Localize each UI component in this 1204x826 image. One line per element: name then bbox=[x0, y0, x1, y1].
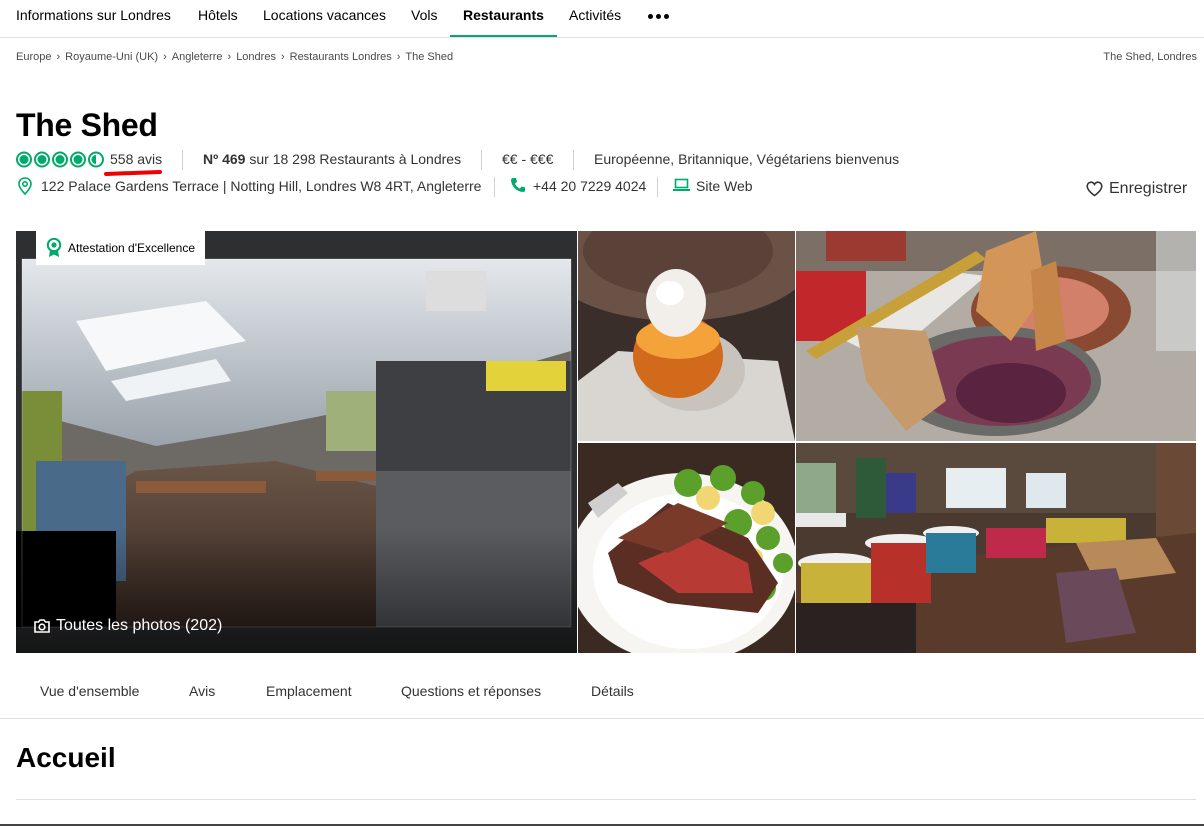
breadcrumb-current: The Shed bbox=[405, 51, 454, 63]
breadcrumb: Europe › Royaume-Uni (UK) › Angleterre › Londr… bbox=[16, 51, 453, 63]
nav-item-informations[interactable]: Informations sur Londres bbox=[16, 0, 171, 38]
phone-icon bbox=[510, 177, 526, 196]
tab-questions-reponses[interactable]: Questions et réponses bbox=[401, 683, 541, 699]
tab-vue-ensemble[interactable]: Vue d'ensemble bbox=[40, 683, 139, 699]
chevron-right-icon: › bbox=[56, 51, 61, 63]
camera-icon bbox=[34, 619, 50, 633]
chevron-right-icon: › bbox=[227, 51, 232, 63]
award-badge: Attestation d'Excellence bbox=[36, 231, 206, 265]
tab-emplacement[interactable]: Emplacement bbox=[266, 683, 352, 699]
photo-thumbnail[interactable] bbox=[578, 231, 795, 441]
reviews-count-link[interactable]: 558 avis bbox=[110, 151, 162, 167]
ranking-text[interactable]: Nº 469 sur 18 298 Restaurants à Londres bbox=[203, 151, 461, 167]
all-photos-button[interactable]: Toutes les photos (202) bbox=[34, 617, 222, 635]
phone-link[interactable]: +44 20 7229 4024 bbox=[533, 178, 646, 194]
top-navigation: Informations sur Londres Hôtels Location… bbox=[0, 0, 1204, 38]
website-link[interactable]: Site Web bbox=[696, 178, 753, 194]
photo-thumbnail[interactable] bbox=[796, 231, 1196, 441]
main-photo[interactable]: Attestation d'Excellence Toutes les phot… bbox=[16, 231, 577, 653]
ranking-suffix: sur 18 298 Restaurants à Londres bbox=[245, 151, 462, 167]
divider bbox=[657, 177, 658, 197]
nav-item-restaurants[interactable]: Restaurants bbox=[450, 0, 557, 37]
save-label: Enregistrer bbox=[1109, 180, 1188, 197]
cuisine-list[interactable]: Européenne, Britannique, Végétariens bie… bbox=[594, 151, 899, 167]
award-label: Attestation d'Excellence bbox=[68, 241, 196, 255]
divider bbox=[494, 177, 495, 197]
award-ribbon-icon bbox=[46, 238, 62, 258]
nav-item-hotels[interactable]: Hôtels bbox=[198, 0, 238, 38]
tab-avis[interactable]: Avis bbox=[189, 683, 215, 699]
nav-item-locations-vacances[interactable]: Locations vacances bbox=[263, 0, 386, 38]
divider bbox=[182, 150, 183, 170]
ranking-number: Nº 469 bbox=[203, 151, 246, 167]
chevron-right-icon: › bbox=[396, 51, 401, 63]
breadcrumb-item[interactable]: Royaume-Uni (UK) bbox=[65, 51, 158, 63]
divider bbox=[573, 150, 574, 170]
price-range: €€ - €€€ bbox=[502, 151, 554, 167]
address-link[interactable]: 122 Palace Gardens Terrace | Notting Hil… bbox=[41, 178, 481, 194]
breadcrumb-item[interactable]: Londres bbox=[236, 51, 276, 63]
photo-thumbnail[interactable] bbox=[578, 443, 795, 653]
section-tabs: Vue d'ensemble Avis Emplacement Question… bbox=[0, 664, 1204, 719]
laptop-icon bbox=[673, 178, 690, 195]
all-photos-label: Toutes les photos (202) bbox=[56, 617, 223, 634]
rating-bubbles[interactable] bbox=[16, 151, 108, 168]
divider bbox=[16, 799, 1196, 800]
section-title: Accueil bbox=[16, 742, 116, 773]
heart-icon bbox=[1086, 181, 1103, 202]
breadcrumb-location: The Shed, Londres bbox=[1103, 51, 1197, 63]
breadcrumb-item[interactable]: Angleterre bbox=[172, 51, 223, 63]
nav-item-vols[interactable]: Vols bbox=[411, 0, 437, 38]
breadcrumb-item[interactable]: Restaurants Londres bbox=[290, 51, 392, 63]
photo-gallery: Attestation d'Excellence Toutes les phot… bbox=[16, 231, 1196, 653]
nav-item-activites[interactable]: Activités bbox=[569, 0, 621, 38]
annotation-underline bbox=[103, 169, 163, 177]
page-title: The Shed bbox=[16, 107, 158, 143]
photo-thumbnail[interactable] bbox=[796, 443, 1196, 653]
chevron-right-icon: › bbox=[163, 51, 167, 63]
chevron-right-icon: › bbox=[280, 51, 285, 63]
tab-details[interactable]: Détails bbox=[591, 683, 634, 699]
map-pin-icon bbox=[18, 177, 32, 198]
more-dots-icon[interactable] bbox=[648, 8, 672, 24]
divider bbox=[481, 150, 482, 170]
breadcrumb-item[interactable]: Europe bbox=[16, 51, 51, 63]
save-button[interactable]: Enregistrer bbox=[1086, 180, 1187, 198]
